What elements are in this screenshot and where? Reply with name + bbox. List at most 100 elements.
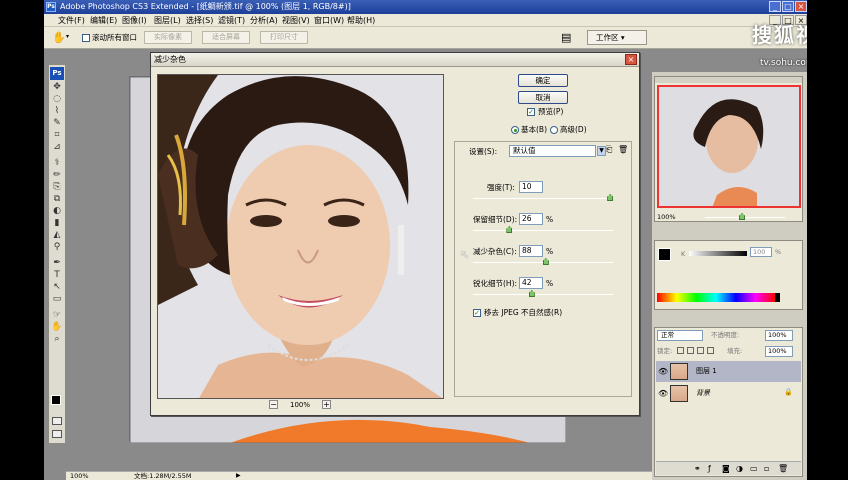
fit-screen-button[interactable]: 适合屏幕 <box>202 31 250 44</box>
gradient-tool-icon[interactable]: ▮ <box>51 218 63 229</box>
preview-checkbox[interactable]: ✓ <box>527 108 535 116</box>
menu-window[interactable]: 窗口(W) <box>314 15 344 26</box>
status-menu-arrow-icon[interactable]: ▶ <box>236 472 241 480</box>
brush-tool-icon[interactable]: ✏ <box>51 170 63 181</box>
reduce-noise-input[interactable]: 88 <box>519 245 543 257</box>
navigator-zoom-knob[interactable] <box>739 213 745 220</box>
advanced-mode-radio[interactable] <box>550 126 558 134</box>
fill-input[interactable]: 100% <box>765 346 793 357</box>
path-selection-tool-icon[interactable]: ↖ <box>51 282 63 293</box>
menu-image[interactable]: 图像(I) <box>122 15 147 26</box>
menu-select[interactable]: 选择(S) <box>186 15 213 26</box>
ok-button[interactable]: 确定 <box>518 74 568 87</box>
new-group-icon[interactable]: ▭ <box>750 464 758 473</box>
blend-mode-select[interactable]: 正常 <box>657 330 703 341</box>
lock-position-icon[interactable] <box>697 347 704 354</box>
status-zoom[interactable]: 100% <box>70 472 89 480</box>
opacity-input[interactable]: 100% <box>765 330 793 341</box>
remove-jpeg-artifact-label: 移去 JPEG 不自然感(R) <box>484 308 563 317</box>
healing-brush-tool-icon[interactable]: ⚕ <box>51 158 63 169</box>
basic-mode-radio[interactable] <box>511 126 519 134</box>
eraser-tool-icon[interactable]: ◐ <box>51 206 63 217</box>
save-settings-icon[interactable]: ⎗ <box>606 145 612 155</box>
zoom-in-button[interactable]: + <box>322 400 331 409</box>
hand-tool-panel-icon[interactable]: ✋ <box>51 322 63 333</box>
adjustment-layer-icon[interactable]: ◑ <box>736 464 743 473</box>
zoom-out-button[interactable]: − <box>269 400 278 409</box>
strength-slider[interactable] <box>473 198 613 199</box>
menu-filter[interactable]: 滤镜(T) <box>218 15 245 26</box>
sharpen-details-input[interactable]: 42 <box>519 277 543 289</box>
crop-tool-icon[interactable]: ⌗ <box>51 130 63 141</box>
lock-all-icon[interactable] <box>707 347 714 354</box>
layer-row-background[interactable]: 👁 背景 🔒 <box>656 383 801 404</box>
lasso-tool-icon[interactable]: ⌇ <box>51 106 63 117</box>
delete-settings-icon[interactable]: 🗑 <box>618 145 628 154</box>
menu-help[interactable]: 帮助(H) <box>347 15 375 26</box>
menu-view[interactable]: 视图(V) <box>282 15 310 26</box>
hand-tool-icon[interactable]: ✋ <box>52 31 66 44</box>
zoom-tool-icon[interactable]: ⌕ <box>51 334 63 345</box>
layer-mask-icon[interactable]: ◙ <box>722 464 730 473</box>
foreground-color-swatch[interactable] <box>51 395 61 405</box>
color-foreground-swatch[interactable] <box>658 248 671 261</box>
layer-row-layer1[interactable]: 👁 图层 1 <box>656 361 801 382</box>
layers-panel: 正常 不透明度: 100% 锁定: 填充: 100% 👁 图层 1 👁 背景 🔒 <box>654 327 803 477</box>
layer1-name[interactable]: 图层 1 <box>696 366 717 376</box>
color-channel-slider[interactable] <box>689 251 747 256</box>
maximize-button[interactable]: □ <box>782 1 794 12</box>
preserve-details-slider[interactable] <box>473 230 613 231</box>
settings-select[interactable]: 默认值 <box>509 145 596 157</box>
notes-tool-icon[interactable]: ☞ <box>51 310 63 321</box>
menu-layer[interactable]: 图层(L) <box>154 15 181 26</box>
dodge-tool-icon[interactable]: ⚲ <box>51 242 63 253</box>
cancel-button[interactable]: 取消 <box>518 91 568 104</box>
minimize-button[interactable]: _ <box>769 1 781 12</box>
close-button[interactable]: × <box>795 1 807 12</box>
settings-dropdown-arrow-icon[interactable]: ▼ <box>597 146 606 156</box>
navigator-thumbnail[interactable] <box>657 85 801 208</box>
navigator-zoom-slider[interactable] <box>705 217 785 218</box>
remove-jpeg-artifact-checkbox[interactable]: ✓ <box>473 309 481 317</box>
tool-preset-arrow-icon[interactable]: ▾ <box>66 33 69 40</box>
history-brush-tool-icon[interactable]: ⧉ <box>51 194 63 205</box>
quick-mask-icon[interactable] <box>52 417 62 425</box>
layer1-visibility-eye-icon[interactable]: 👁 <box>658 367 668 376</box>
background-visibility-eye-icon[interactable]: 👁 <box>658 389 668 398</box>
blur-tool-icon[interactable]: ◭ <box>51 230 63 241</box>
menu-analysis[interactable]: 分析(A) <box>250 15 278 26</box>
color-spectrum-black[interactable] <box>775 293 780 302</box>
slice-tool-icon[interactable]: ⊿ <box>51 142 63 153</box>
layer-style-icon[interactable]: ƒ <box>708 464 711 473</box>
lock-transparent-icon[interactable] <box>677 347 684 354</box>
print-size-button[interactable]: 打印尺寸 <box>260 31 308 44</box>
palette-well-icon[interactable]: ▤ <box>561 31 571 44</box>
background-layer-name[interactable]: 背景 <box>696 388 710 398</box>
dialog-title-bar[interactable]: 减少杂色 × <box>151 53 639 67</box>
preserve-details-input[interactable]: 26 <box>519 213 543 225</box>
strength-input[interactable]: 10 <box>519 181 543 193</box>
pen-tool-icon[interactable]: ✒ <box>51 258 63 269</box>
screen-mode-icon[interactable] <box>52 430 62 438</box>
move-tool-icon[interactable]: ✥ <box>51 82 63 93</box>
color-spectrum-bar[interactable] <box>657 293 775 302</box>
actual-pixels-button[interactable]: 实际像素 <box>144 31 192 44</box>
workspace-dropdown[interactable]: 工作区 ▾ <box>587 30 647 45</box>
new-layer-icon[interactable]: ▫ <box>764 464 769 473</box>
sharpen-details-slider[interactable] <box>473 294 613 295</box>
clone-stamp-tool-icon[interactable]: ⎘ <box>51 182 63 193</box>
type-tool-icon[interactable]: T <box>51 270 63 281</box>
filter-preview[interactable] <box>157 74 444 399</box>
navigator-zoom[interactable]: 100% <box>657 212 676 222</box>
delete-layer-icon[interactable]: 🗑 <box>778 464 788 473</box>
menu-file[interactable]: 文件(F) <box>58 15 85 26</box>
menu-edit[interactable]: 编辑(E) <box>90 15 117 26</box>
lock-image-icon[interactable] <box>687 347 694 354</box>
marquee-tool-icon[interactable]: ◌ <box>51 94 63 105</box>
scroll-all-checkbox[interactable] <box>82 34 90 42</box>
color-channel-value[interactable]: 100 <box>750 247 772 257</box>
dialog-close-button[interactable]: × <box>625 54 637 65</box>
magic-wand-tool-icon[interactable]: ✎ <box>51 118 63 129</box>
shape-tool-icon[interactable]: ▭ <box>51 294 63 305</box>
link-layers-icon[interactable]: ⚭ <box>694 464 701 473</box>
